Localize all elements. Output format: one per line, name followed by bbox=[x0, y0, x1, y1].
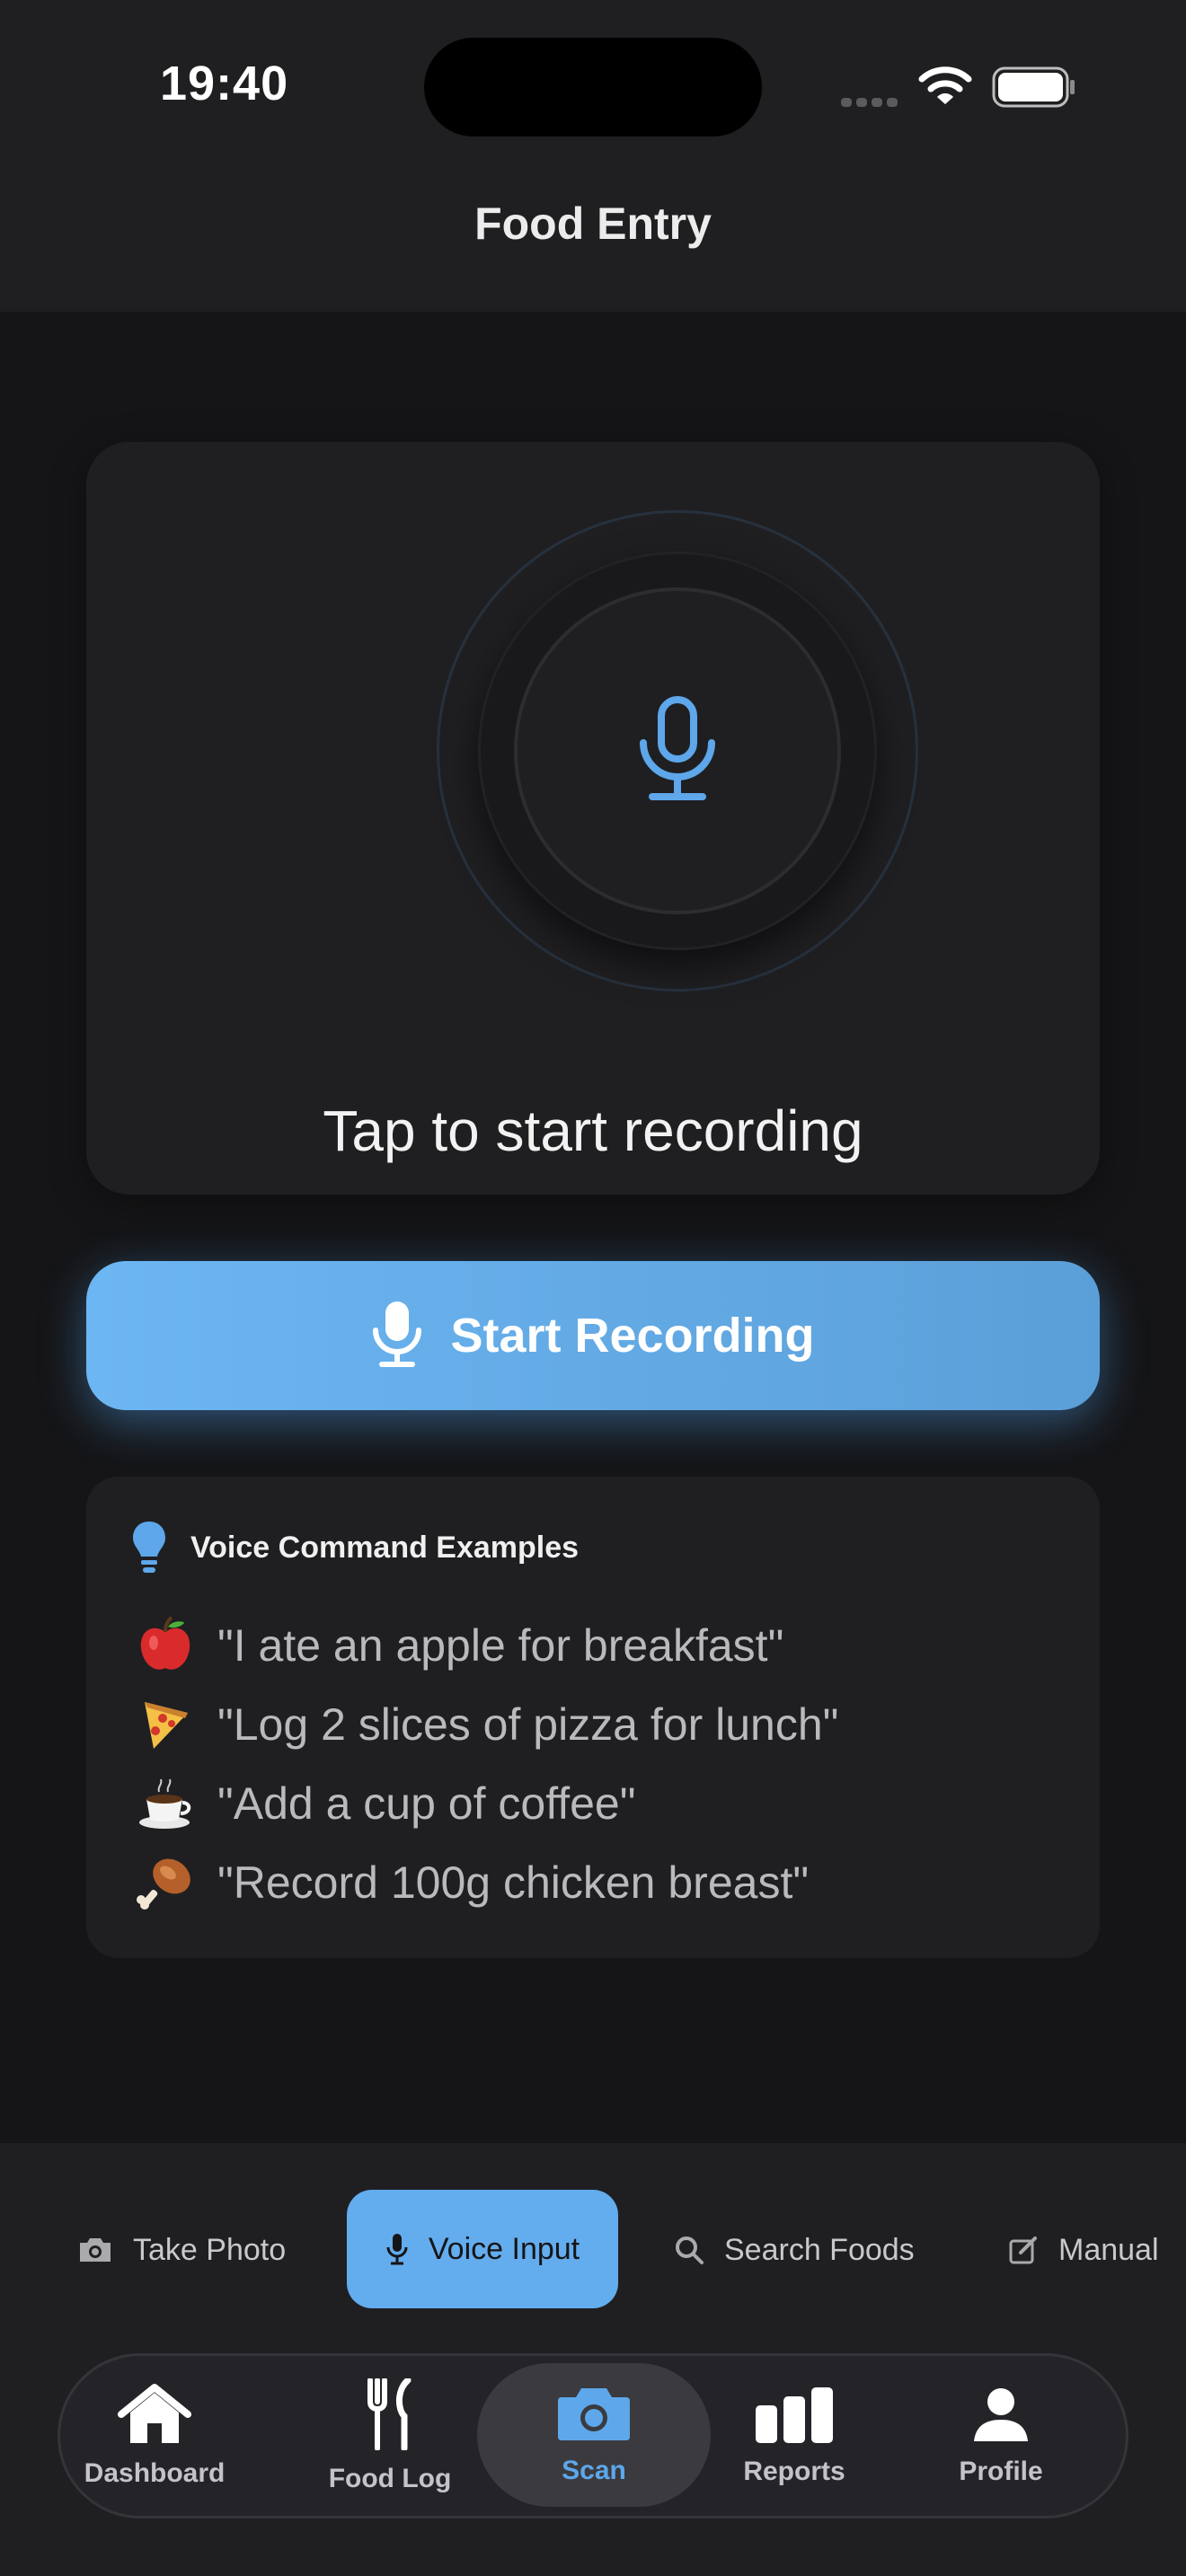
microphone-icon bbox=[371, 1300, 423, 1372]
page-title: Food Entry bbox=[474, 198, 712, 249]
tab-food-log[interactable]: Food Log bbox=[323, 2356, 457, 2516]
bottom-navigation-area: Take Photo Voice Input Search Foods Manu… bbox=[0, 2143, 1186, 2576]
manual-entry-chip[interactable]: Manual bbox=[1008, 2192, 1186, 2308]
header: 19:40 Food Entry bbox=[0, 0, 1186, 312]
search-foods-chip[interactable]: Search Foods bbox=[674, 2192, 915, 2308]
tab-reports[interactable]: Reports bbox=[727, 2356, 862, 2516]
example-text: "Log 2 slices of pizza for lunch" bbox=[217, 1699, 839, 1750]
example-item: "Log 2 slices of pizza for lunch" bbox=[129, 1689, 838, 1760]
tab-label: Scan bbox=[562, 2455, 626, 2485]
tab-bar: Dashboard Food Log Scan Reports Profile bbox=[58, 2353, 1128, 2519]
coffee-icon bbox=[129, 1768, 201, 1839]
chip-label: Voice Input bbox=[428, 2231, 580, 2266]
tab-label: Food Log bbox=[328, 2463, 452, 2493]
wifi-icon bbox=[918, 65, 972, 110]
tab-label: Reports bbox=[743, 2456, 845, 2486]
bar-chart-icon bbox=[754, 2386, 835, 2448]
voice-input-chip[interactable]: Voice Input bbox=[347, 2190, 618, 2308]
take-photo-chip[interactable]: Take Photo bbox=[77, 2192, 286, 2308]
battery-icon bbox=[992, 66, 1076, 112]
tab-scan[interactable]: Scan bbox=[477, 2363, 711, 2507]
start-recording-label: Start Recording bbox=[450, 1309, 815, 1363]
chip-label: Search Foods bbox=[724, 2232, 915, 2267]
tab-label: Dashboard bbox=[84, 2457, 226, 2488]
start-recording-button[interactable]: Start Recording bbox=[86, 1261, 1100, 1410]
house-icon bbox=[118, 2383, 191, 2449]
poultry-leg-icon bbox=[129, 1847, 201, 1919]
tab-dashboard[interactable]: Dashboard bbox=[84, 2356, 225, 2516]
camera-icon bbox=[556, 2385, 632, 2447]
example-text: "Record 100g chicken breast" bbox=[217, 1857, 810, 1908]
recording-status-text: Tap to start recording bbox=[323, 1098, 863, 1163]
person-icon bbox=[972, 2386, 1030, 2448]
edit-icon bbox=[1008, 2235, 1039, 2265]
example-text: "Add a cup of coffee" bbox=[217, 1778, 636, 1829]
cellular-signal-icon bbox=[841, 95, 902, 111]
microphone-button[interactable] bbox=[514, 587, 841, 914]
fork-knife-icon bbox=[365, 2377, 415, 2455]
example-item: "I ate an apple for breakfast" bbox=[129, 1610, 783, 1681]
recording-card: Tap to start recording bbox=[86, 442, 1100, 1195]
examples-title: Voice Command Examples bbox=[190, 1531, 580, 1565]
example-item: "Record 100g chicken breast" bbox=[129, 1847, 809, 1919]
camera-icon bbox=[77, 2236, 113, 2264]
dynamic-island bbox=[424, 38, 762, 137]
apple-icon bbox=[129, 1610, 201, 1681]
example-text: "I ate an apple for breakfast" bbox=[217, 1620, 784, 1671]
tab-profile[interactable]: Profile bbox=[934, 2356, 1068, 2516]
chip-label: Manual bbox=[1058, 2232, 1159, 2267]
voice-examples-card: Voice Command Examples "I ate an apple f… bbox=[86, 1477, 1100, 1958]
status-time: 19:40 bbox=[160, 57, 289, 110]
search-icon bbox=[674, 2235, 704, 2265]
pizza-icon bbox=[129, 1689, 201, 1760]
tab-label: Profile bbox=[959, 2456, 1043, 2486]
lightbulb-icon bbox=[131, 1520, 167, 1580]
chip-label: Take Photo bbox=[133, 2232, 287, 2267]
microphone-icon bbox=[385, 2233, 409, 2265]
example-item: "Add a cup of coffee" bbox=[129, 1768, 635, 1839]
microphone-icon bbox=[636, 694, 719, 808]
